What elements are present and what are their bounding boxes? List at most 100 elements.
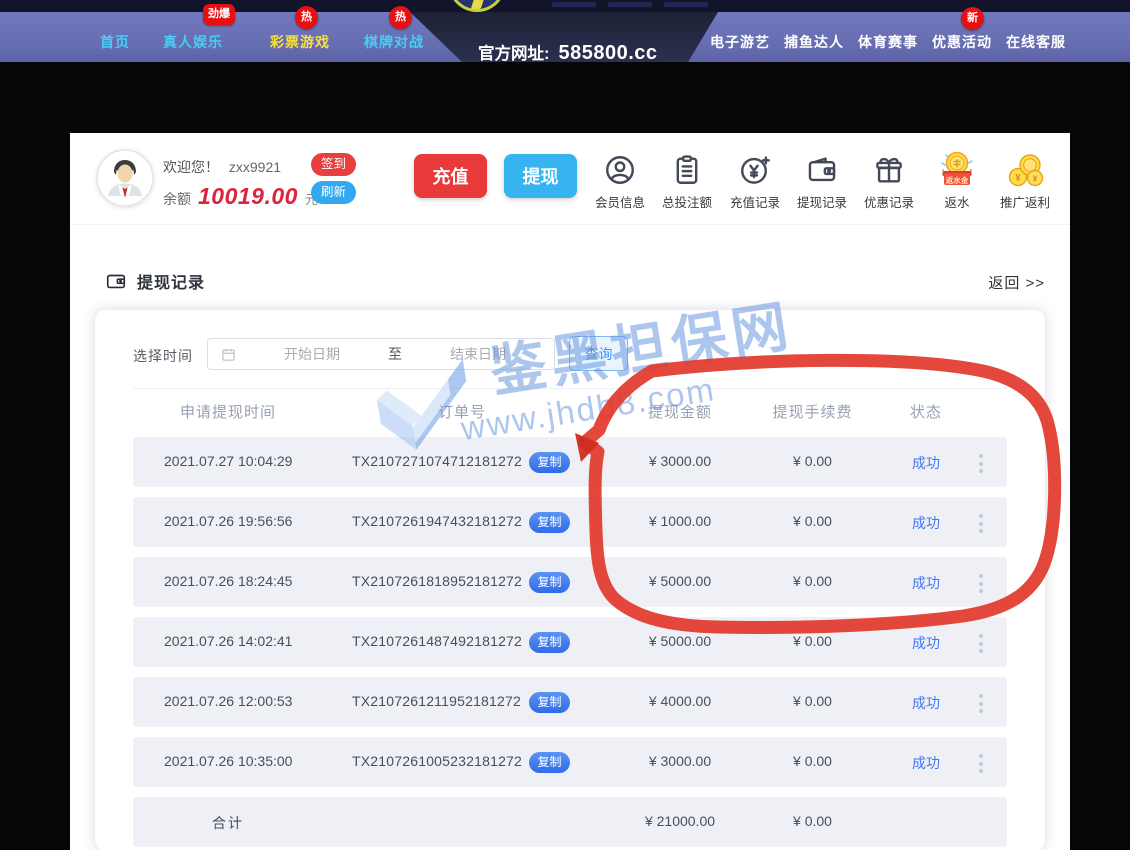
cell-order: TX2107261947432181272: [352, 513, 522, 529]
cell-fee: ¥ 0.00: [748, 633, 877, 649]
refresh-balance-button[interactable]: 刷新: [311, 181, 356, 204]
balance-label: 余额: [163, 189, 191, 209]
row-menu-button[interactable]: [975, 750, 987, 777]
copy-button[interactable]: 复制: [529, 752, 570, 773]
start-date-placeholder[interactable]: 开始日期: [236, 344, 388, 364]
status-badge: 成功: [878, 573, 974, 593]
copy-button[interactable]: 复制: [529, 452, 570, 473]
date-range-input[interactable]: 开始日期 至 结束日期: [207, 338, 555, 370]
cell-amount: ¥ 3000.00: [613, 453, 747, 469]
status-badge: 成功: [878, 513, 974, 533]
svg-text:¥: ¥: [1015, 173, 1020, 183]
col-header-fee: 提现手续费: [748, 401, 877, 422]
end-date-placeholder[interactable]: 结束日期: [402, 344, 554, 364]
withdraw-button[interactable]: 提现: [504, 154, 577, 198]
nav-item-lottery[interactable]: 彩票游戏: [270, 32, 330, 52]
quick-withdraw-records[interactable]: 提现记录: [789, 150, 855, 211]
row-menu-button[interactable]: [975, 630, 987, 657]
top-brand-strip: [0, 0, 1130, 12]
cell-amount: ¥ 4000.00: [613, 693, 747, 709]
signin-button[interactable]: 签到: [311, 153, 356, 176]
recharge-button[interactable]: 充值: [414, 154, 487, 198]
brand-text-decoration: [552, 2, 708, 7]
table-header: 申请提现时间 订单号 提现金额 提现手续费 状态: [133, 388, 1007, 430]
balance-line: 余额 10019.00 元: [163, 183, 318, 210]
hot-badge: 热: [295, 6, 318, 29]
withdraw-record-icon: [805, 150, 839, 190]
content-panel: 欢迎您！ zxx9921 余额 10019.00 元 签到 刷新 充值 提现 会…: [70, 133, 1070, 850]
total-fee: ¥ 0.00: [748, 813, 877, 829]
status-badge: 成功: [878, 693, 974, 713]
nav-item-fishing[interactable]: 捕鱼达人: [784, 32, 844, 52]
calendar-icon: [221, 347, 236, 362]
row-menu-button[interactable]: [975, 450, 987, 477]
cell-fee: ¥ 0.00: [748, 693, 877, 709]
cell-fee: ¥ 0.00: [748, 573, 877, 589]
welcome-message: 欢迎您！ zxx9921: [163, 157, 281, 177]
quick-rebate[interactable]: 返水金 返水: [924, 150, 990, 211]
quick-referral[interactable]: ¥ ¥ 推广返利: [992, 150, 1058, 211]
table-total-row: 合计 ¥ 21000.00 ¥ 0.00: [133, 797, 1007, 847]
table-row: 2021.07.26 18:24:45 TX210726181895218127…: [133, 557, 1007, 607]
wallet-icon: [104, 270, 128, 292]
date-separator: 至: [388, 344, 402, 364]
official-url-label: 官方网址:: [478, 40, 550, 64]
col-header-order: 订单号: [402, 401, 522, 422]
referral-icon: ¥ ¥: [1005, 150, 1045, 190]
new-badge: 新: [961, 7, 984, 30]
nav-item-home[interactable]: 首页: [100, 32, 130, 52]
cell-time: 2021.07.26 12:00:53: [164, 693, 292, 709]
total-label: 合计: [158, 813, 298, 833]
row-menu-button[interactable]: [975, 570, 987, 597]
row-menu-button[interactable]: [975, 690, 987, 717]
nav-item-slots[interactable]: 电子游艺: [710, 32, 770, 52]
nav-item-live-casino[interactable]: 真人娱乐: [163, 32, 223, 52]
copy-button[interactable]: 复制: [529, 632, 570, 653]
welcome-bar: 欢迎您！ zxx9921 余额 10019.00 元 签到 刷新 充值 提现 会…: [70, 133, 1070, 225]
back-link[interactable]: 返回 >>: [988, 272, 1045, 293]
cell-time: 2021.07.27 10:04:29: [164, 453, 292, 469]
table-row: 2021.07.26 19:56:56 TX210726194743218127…: [133, 497, 1007, 547]
copy-button[interactable]: 复制: [529, 572, 570, 593]
status-badge: 成功: [878, 753, 974, 773]
cell-order: TX2107261005232181272: [352, 753, 522, 769]
copy-button[interactable]: 复制: [529, 512, 570, 533]
quick-label: 推广返利: [1000, 192, 1050, 211]
avatar: [96, 149, 154, 207]
quick-label: 充值记录: [730, 192, 780, 211]
cell-fee: ¥ 0.00: [748, 753, 877, 769]
hot-badge: 热: [389, 6, 412, 29]
copy-button[interactable]: 复制: [529, 692, 570, 713]
cell-amount: ¥ 1000.00: [613, 513, 747, 529]
nav-item-board-games[interactable]: 棋牌对战: [364, 32, 424, 52]
official-url-value: 585800.cc: [559, 42, 658, 65]
nav-item-promotions[interactable]: 优惠活动: [932, 32, 992, 52]
table-row: 2021.07.27 10:04:29 TX210727107471218127…: [133, 437, 1007, 487]
nav-item-sports[interactable]: 体育赛事: [858, 32, 918, 52]
cell-time: 2021.07.26 10:35:00: [164, 753, 292, 769]
username: zxx9921: [229, 159, 281, 175]
page: 首页 真人娱乐 彩票游戏 棋牌对战 劲爆 热 热 官方网址: 585800.cc…: [0, 0, 1130, 850]
quick-label: 提现记录: [797, 192, 847, 211]
quick-promo-records[interactable]: 优惠记录: [856, 150, 922, 211]
cell-fee: ¥ 0.00: [748, 453, 877, 469]
rebate-icon: 返水金: [937, 150, 977, 190]
quick-member-info[interactable]: 会员信息: [587, 150, 653, 211]
row-menu-button[interactable]: [975, 510, 987, 537]
nav-item-customer-service[interactable]: 在线客服: [1006, 32, 1066, 52]
cell-order: TX2107271074712181272: [352, 453, 522, 469]
cell-amount: ¥ 3000.00: [613, 753, 747, 769]
total-amount: ¥ 21000.00: [613, 813, 747, 829]
quick-label: 返水: [944, 192, 969, 211]
search-button[interactable]: 查询: [569, 336, 628, 371]
cell-time: 2021.07.26 19:56:56: [164, 513, 292, 529]
page-title: 提现记录: [137, 269, 205, 293]
balance-value: 10019.00: [198, 183, 298, 210]
svg-text:¥: ¥: [1033, 174, 1038, 183]
cell-amount: ¥ 5000.00: [613, 573, 747, 589]
quick-recharge-records[interactable]: 充值记录: [722, 150, 788, 211]
quick-total-bets[interactable]: 总投注额: [654, 150, 720, 211]
withdraw-records-card: 选择时间 开始日期 至 结束日期 查询 申请提现时间 订单号 提现金额 提现手续…: [95, 310, 1045, 850]
cell-order: TX2107261211952181272: [352, 693, 521, 709]
section-header: 提现记录: [104, 269, 205, 293]
